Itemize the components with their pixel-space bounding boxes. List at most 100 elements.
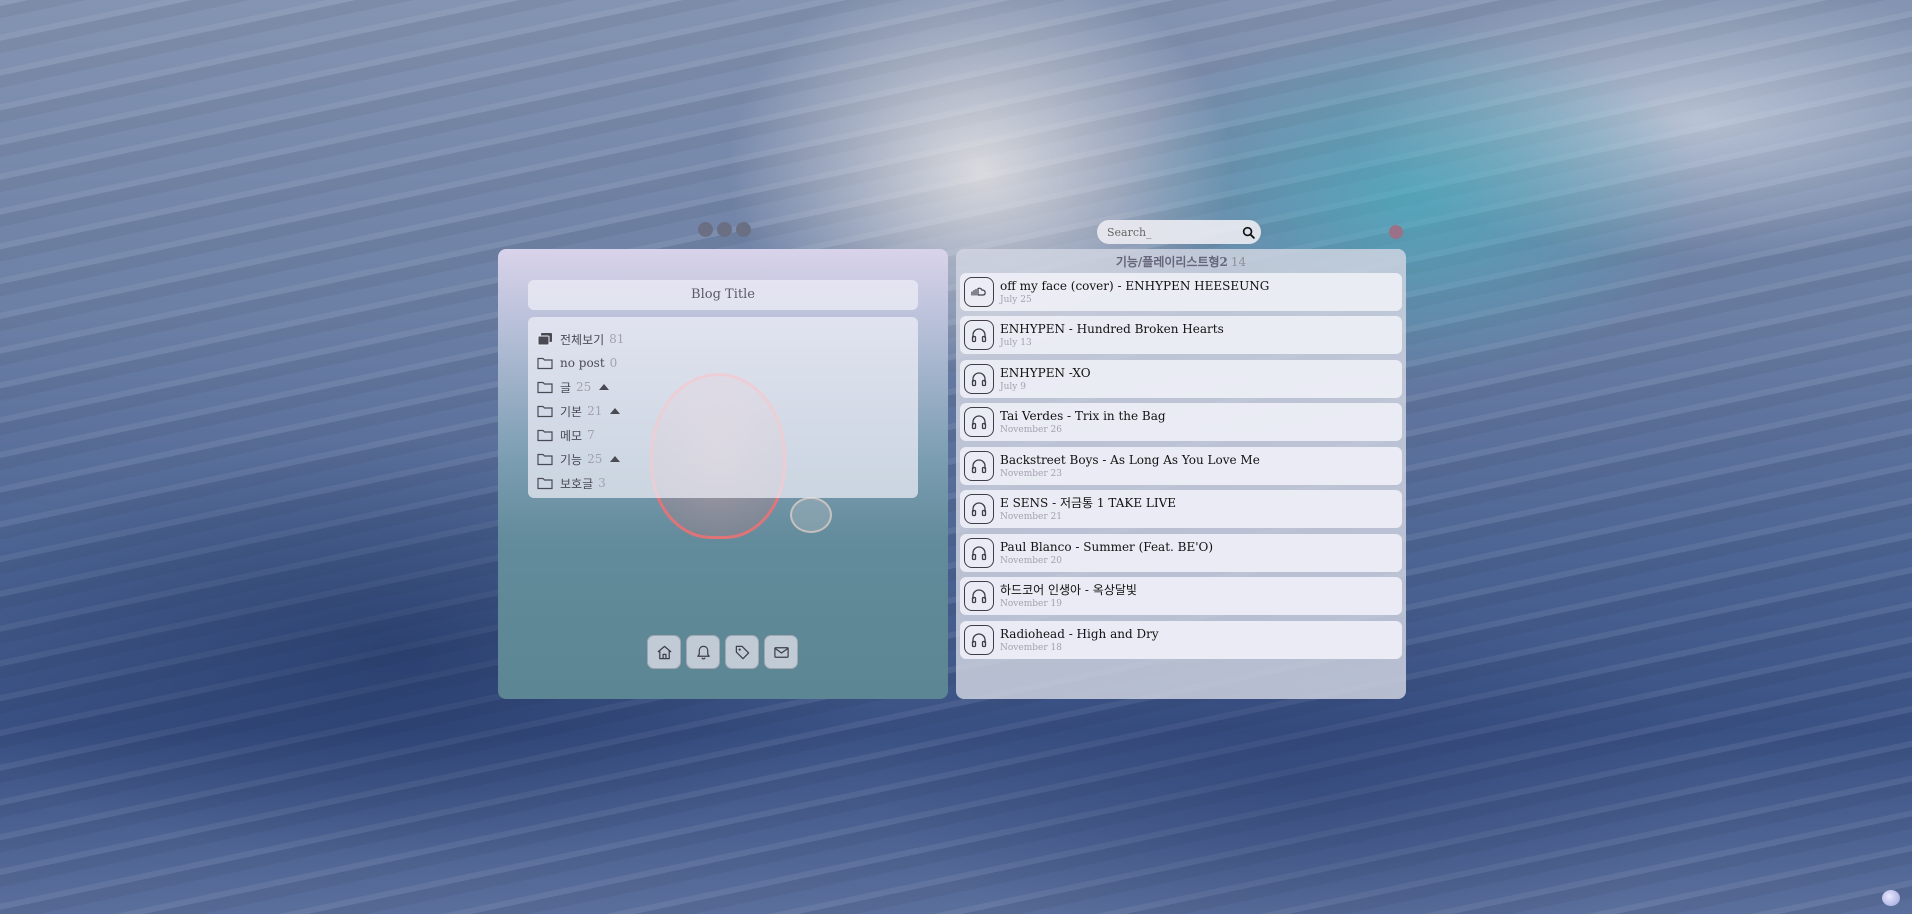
category-label: 메모 <box>560 428 583 443</box>
track-date: November 21 <box>1000 511 1062 522</box>
category-item-no-post[interactable]: no post 0 <box>528 351 918 375</box>
track-title: E SENS - 저금통 1 TAKE LIVE <box>1000 495 1177 510</box>
track-date: November 20 <box>1000 555 1062 566</box>
category-label: 보호글 <box>560 476 594 491</box>
corner-orb-icon[interactable] <box>1882 890 1900 906</box>
window-dot-3[interactable] <box>736 222 751 237</box>
headphones-icon <box>971 546 987 561</box>
category-label: 기능 <box>560 452 583 467</box>
headphones-icon <box>971 589 987 604</box>
track-date: July 13 <box>1000 337 1032 348</box>
bell-icon <box>696 645 710 659</box>
track-icon-box <box>964 538 994 568</box>
window-controls <box>698 222 751 237</box>
category-item-writing[interactable]: 글 25 <box>528 375 918 399</box>
home-icon <box>656 645 672 659</box>
expand-arrow-icon[interactable] <box>610 456 621 462</box>
track-icon-box <box>964 277 994 307</box>
list-item[interactable]: Paul Blanco - Summer (Feat. BE'O) Novemb… <box>960 534 1402 572</box>
category-count: 25 <box>587 452 603 466</box>
list-item[interactable]: off my face (cover) - ENHYPEN HEESEUNG J… <box>960 273 1402 311</box>
list-item[interactable]: Backstreet Boys - As Long As You Love Me… <box>960 447 1402 485</box>
list-item[interactable]: ENHYPEN - Hundred Broken Hearts July 13 <box>960 316 1402 354</box>
category-label: 글 <box>560 380 572 395</box>
track-date: November 18 <box>1000 642 1062 653</box>
headphones-icon <box>971 415 987 430</box>
list-item[interactable]: Radiohead - High and Dry November 18 <box>960 621 1402 659</box>
category-item-all[interactable]: 전체보기 81 <box>528 327 918 351</box>
category-count: 7 <box>587 428 595 442</box>
mail-button[interactable] <box>764 635 798 669</box>
expand-arrow-icon[interactable] <box>610 408 621 414</box>
post-count: 14 <box>1230 255 1247 269</box>
track-title: Radiohead - High and Dry <box>1000 626 1159 641</box>
list-header: 기능/플레이리스트형2 14 <box>956 253 1406 271</box>
notification-button[interactable] <box>686 635 720 669</box>
category-label: 전체보기 <box>560 332 605 347</box>
tag-icon <box>735 645 749 659</box>
list-item[interactable]: E SENS - 저금통 1 TAKE LIVE November 21 <box>960 490 1402 528</box>
track-icon-box <box>964 581 994 611</box>
track-icon-box <box>964 407 994 437</box>
category-count: 25 <box>576 380 592 394</box>
track-title: ENHYPEN - Hundred Broken Hearts <box>1000 321 1224 336</box>
small-jellyfish-decoration <box>790 497 832 533</box>
track-title: off my face (cover) - ENHYPEN HEESEUNG <box>1000 278 1270 293</box>
category-count: 21 <box>587 404 603 418</box>
category-item-protected[interactable]: 보호글 3 <box>528 471 918 495</box>
category-name[interactable]: 기능/플레이리스트형2 <box>1116 255 1228 269</box>
folder-icon <box>537 477 553 490</box>
playlist-panel: 기능/플레이리스트형2 14 off my face (cover) - ENHY… <box>956 249 1406 699</box>
track-date: July 25 <box>1000 294 1032 305</box>
folder-icon <box>537 453 553 466</box>
category-count: 0 <box>609 356 618 370</box>
track-icon-box <box>964 320 994 350</box>
category-list: 전체보기 81 no post 0 글 25 기본 21 메모 7 기능 25 … <box>528 317 918 498</box>
folder-icon <box>537 381 553 394</box>
headphones-icon <box>971 502 987 517</box>
category-count: 81 <box>609 332 625 346</box>
list-item[interactable]: ENHYPEN -XO July 9 <box>960 360 1402 398</box>
track-title: Backstreet Boys - As Long As You Love Me <box>1000 452 1260 467</box>
stack-icon <box>537 333 552 346</box>
headphones-icon <box>971 459 987 474</box>
dock <box>647 635 798 669</box>
blog-panel: Blog Title 전체보기 81 no post 0 글 25 기본 21 … <box>498 249 948 699</box>
track-icon-box <box>964 451 994 481</box>
folder-icon <box>537 405 553 418</box>
folder-icon <box>537 357 553 370</box>
headphones-icon <box>971 328 987 343</box>
track-date: November 23 <box>1000 468 1062 479</box>
search-bar <box>1097 220 1261 244</box>
track-title: Paul Blanco - Summer (Feat. BE'O) <box>1000 539 1214 554</box>
track-icon-box <box>964 364 994 394</box>
track-date: November 26 <box>1000 424 1062 435</box>
category-item-memo[interactable]: 메모 7 <box>528 423 918 447</box>
category-item-feature[interactable]: 기능 25 <box>528 447 918 471</box>
soundcloud-icon <box>971 287 986 296</box>
search-icon[interactable] <box>1242 226 1255 239</box>
track-title: ENHYPEN -XO <box>1000 365 1091 380</box>
track-title: Tai Verdes - Trix in the Bag <box>1000 408 1166 423</box>
category-label: no post <box>560 356 605 370</box>
expand-arrow-icon[interactable] <box>599 384 610 390</box>
track-date: November 19 <box>1000 598 1062 609</box>
track-date: July 9 <box>1000 381 1026 392</box>
headphones-icon <box>971 633 987 648</box>
list-item[interactable]: Tai Verdes - Trix in the Bag November 26 <box>960 403 1402 441</box>
mail-icon <box>773 646 789 658</box>
list-item[interactable]: 하드코어 인생아 - 옥상달빛 November 19 <box>960 577 1402 615</box>
category-label: 기본 <box>560 404 583 419</box>
search-input[interactable] <box>1105 224 1242 240</box>
close-dot[interactable] <box>1389 225 1403 239</box>
headphones-icon <box>971 372 987 387</box>
blog-title[interactable]: Blog Title <box>528 280 918 310</box>
folder-icon <box>537 429 553 442</box>
home-button[interactable] <box>647 635 681 669</box>
track-icon-box <box>964 494 994 524</box>
tag-button[interactable] <box>725 635 759 669</box>
category-count: 3 <box>598 476 606 490</box>
window-dot-2[interactable] <box>717 222 732 237</box>
window-dot-1[interactable] <box>698 222 713 237</box>
category-item-basic[interactable]: 기본 21 <box>528 399 918 423</box>
